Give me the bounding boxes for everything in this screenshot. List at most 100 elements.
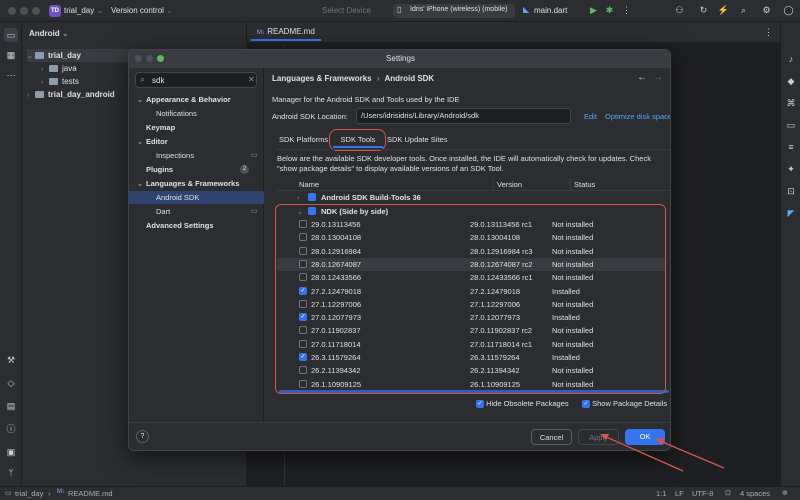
- status-encoding[interactable]: UTF-8: [692, 489, 713, 498]
- table-row[interactable]: 28.0.12433566 28.0.12433566 rc1 Not instal…: [277, 271, 665, 284]
- build-icon[interactable]: ⚒: [4, 353, 18, 367]
- status-readonly-icon[interactable]: ⊕: [782, 489, 788, 497]
- status-project[interactable]: trial_day: [15, 489, 43, 498]
- status-file[interactable]: README.md: [68, 489, 113, 498]
- settings-nav-item[interactable]: ⌄ Appearance & Behavior: [129, 93, 264, 106]
- gradle-icon[interactable]: ⌘: [784, 96, 798, 110]
- table-row[interactable]: ✓ 26.3.11579264 26.3.11579264 Installed: [277, 351, 665, 364]
- git-branch-icon[interactable]: ᛘ: [4, 466, 18, 480]
- collapse-chevron-icon[interactable]: ⌄: [297, 205, 303, 218]
- table-row[interactable]: › Android SDK Build-Tools 36: [277, 191, 529, 204]
- ndk-version-checkbox[interactable]: [299, 220, 307, 228]
- dialog-zoom-button[interactable]: [157, 55, 164, 62]
- ai-assistant-icon[interactable]: ⚡: [717, 4, 730, 17]
- project-folder-icon[interactable]: ▭: [4, 28, 18, 42]
- status-lock-icon[interactable]: ⊡: [725, 489, 731, 497]
- sdk-location-field[interactable]: /Users/idrisidris/Library/Android/sdk: [356, 108, 571, 124]
- gemini-icon[interactable]: ✦: [784, 162, 798, 176]
- show-details-option[interactable]: ✓ Show Package Details: [582, 399, 667, 409]
- version-control-menu[interactable]: Version control ⌄: [111, 6, 173, 15]
- optimize-disk-link[interactable]: Optimize disk space: [605, 112, 670, 121]
- table-scrollbar[interactable]: [279, 390, 669, 393]
- terminal-icon[interactable]: ▣: [4, 445, 18, 459]
- window-close-button[interactable]: [8, 7, 16, 15]
- chevron-down-icon[interactable]: ⌄: [137, 135, 146, 148]
- structure-icon[interactable]: ▦: [4, 48, 18, 62]
- layout-inspector-icon[interactable]: ⊡: [784, 184, 798, 198]
- chevron-right-icon[interactable]: ›: [27, 89, 35, 102]
- ndk-version-checkbox[interactable]: ✓: [299, 313, 307, 322]
- help-button[interactable]: ?: [136, 430, 149, 443]
- table-row[interactable]: 27.0.11718014 27.0.11718014 rc1 Not instal…: [277, 338, 665, 351]
- notifications-icon[interactable]: ♪: [784, 52, 798, 66]
- table-row[interactable]: 26.1.10909125 26.1.10909125 Not installed: [277, 378, 665, 391]
- ndk-version-checkbox[interactable]: [299, 299, 307, 308]
- ndk-checkbox[interactable]: [308, 207, 316, 215]
- table-row[interactable]: ✓ 27.0.12077973 27.0.12077973 Installed: [277, 311, 665, 324]
- expand-chevron-icon[interactable]: ›: [297, 191, 300, 204]
- chevron-down-icon[interactable]: ⌄: [27, 50, 35, 63]
- editor-options-icon[interactable]: ⋮: [762, 26, 775, 39]
- ndk-version-checkbox[interactable]: ✓: [299, 286, 307, 295]
- settings-nav-item[interactable]: ⌄ Editor: [129, 135, 264, 148]
- project-view-selector[interactable]: Android ⌄: [29, 29, 69, 38]
- more-actions-icon[interactable]: ⋮: [620, 4, 633, 17]
- settings-search-input[interactable]: sdk: [152, 76, 164, 85]
- table-row[interactable]: 28.0.13004108 28.0.13004108 Not installed: [277, 231, 665, 244]
- search-icon[interactable]: ⌕: [737, 4, 750, 17]
- column-name[interactable]: Name: [299, 178, 319, 191]
- chevron-down-icon[interactable]: ⌄: [137, 177, 146, 190]
- apply-button[interactable]: Apply: [578, 429, 619, 445]
- dart-analysis-icon[interactable]: ◇: [4, 376, 18, 390]
- table-row[interactable]: 27.0.11902837 27.0.11902837 rc2 Not instal…: [277, 324, 665, 337]
- project-selector[interactable]: trial_day ⌄: [64, 6, 103, 15]
- ndk-version-checkbox[interactable]: [299, 339, 307, 348]
- hide-obsolete-checkbox[interactable]: ✓: [476, 400, 484, 409]
- status-caret-position[interactable]: 1:1: [656, 489, 666, 498]
- ndk-version-checkbox[interactable]: [299, 379, 307, 388]
- ndk-version-checkbox[interactable]: [299, 273, 307, 282]
- tab-sdk-platforms[interactable]: SDK Platforms: [279, 132, 328, 148]
- device-selector[interactable]: ▯ Idris' iPhone (wireless) (mobile): [393, 4, 515, 18]
- flutter-outline-icon[interactable]: ≡: [784, 140, 798, 154]
- edit-link[interactable]: Edit: [584, 112, 597, 121]
- running-devices-icon[interactable]: ▭: [784, 118, 798, 132]
- table-row[interactable]: 26.2.11394342 26.2.11394342 Not installed: [277, 364, 665, 377]
- table-row[interactable]: 29.0.13113456 29.0.13113456 rc1 Not instal…: [277, 218, 665, 231]
- table-row[interactable]: 28.0.12674087 28.0.12674087 rc2 Not instal…: [277, 257, 665, 272]
- settings-nav-item[interactable]: Notifications: [129, 107, 264, 120]
- settings-nav-item[interactable]: ⌄ Languages & Frameworks: [129, 177, 264, 190]
- ndk-version-checkbox[interactable]: [299, 259, 307, 268]
- device-manager-icon[interactable]: ⚇: [673, 4, 686, 17]
- column-status[interactable]: Status: [570, 178, 595, 191]
- clear-search-icon[interactable]: ✕: [248, 75, 255, 84]
- select-device-label[interactable]: Select Device: [322, 6, 371, 15]
- settings-gear-icon[interactable]: ⚙: [760, 4, 773, 17]
- dialog-minimize-button[interactable]: [146, 55, 153, 62]
- status-indent[interactable]: 4 spaces: [740, 489, 770, 498]
- table-row[interactable]: ⌄ NDK (Side by side): [277, 205, 529, 218]
- debug-icon[interactable]: ✱: [603, 4, 616, 17]
- show-details-checkbox[interactable]: ✓: [582, 400, 590, 409]
- settings-nav-item[interactable]: Android SDK: [129, 191, 264, 204]
- settings-nav-item[interactable]: Dart ▭: [129, 205, 264, 218]
- ndk-version-checkbox[interactable]: [299, 246, 307, 255]
- build-tools-checkbox[interactable]: [308, 193, 316, 201]
- problems-icon[interactable]: ⓘ: [4, 422, 18, 436]
- table-row[interactable]: 28.0.12916984 28.0.12916984 rc3 Not instal…: [277, 245, 665, 258]
- ndk-version-checkbox[interactable]: [299, 233, 307, 242]
- device-explorer-icon[interactable]: ▤: [4, 399, 18, 413]
- status-line-ending[interactable]: LF: [675, 489, 684, 498]
- settings-search-box[interactable]: ⌕ sdk ✕: [135, 72, 257, 88]
- dialog-close-button[interactable]: [135, 55, 142, 62]
- more-tools-icon[interactable]: ⋯: [4, 68, 18, 82]
- ndk-version-checkbox[interactable]: [299, 326, 307, 335]
- profile-icon[interactable]: ◯: [782, 4, 795, 17]
- table-row[interactable]: 27.1.12297006 27.1.12297006 Not installed: [277, 298, 665, 311]
- settings-nav-item[interactable]: Plugins 2: [129, 163, 264, 176]
- chevron-down-icon[interactable]: ⌄: [137, 93, 146, 106]
- back-arrow-icon[interactable]: ←: [637, 72, 647, 83]
- settings-nav-item[interactable]: Inspections ▭: [129, 149, 264, 162]
- breadcrumb-parent[interactable]: Languages & Frameworks: [272, 74, 372, 83]
- run-icon[interactable]: ▶: [587, 4, 600, 17]
